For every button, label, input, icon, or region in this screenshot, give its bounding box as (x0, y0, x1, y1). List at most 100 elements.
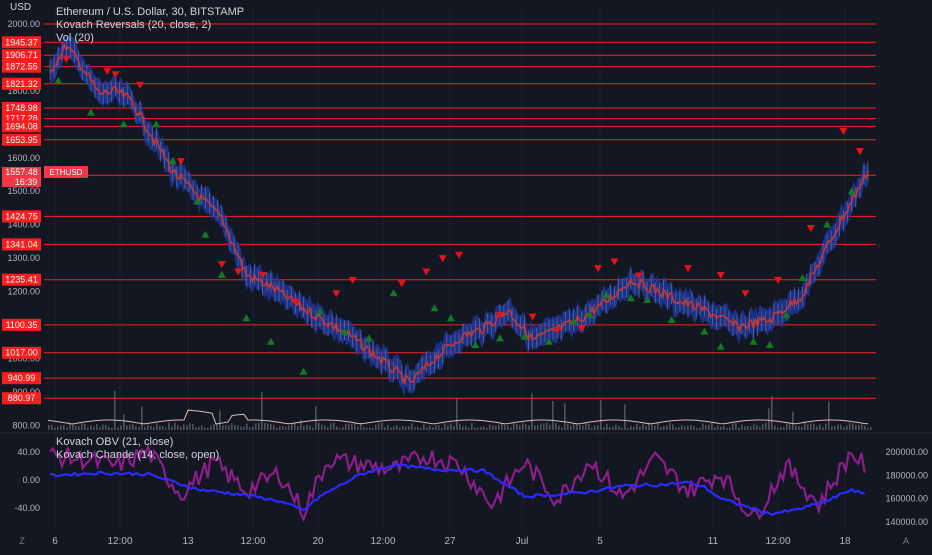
volume-bar (504, 424, 506, 430)
volume-bar (636, 424, 638, 430)
volume-bar (312, 427, 314, 430)
volume-bar (492, 425, 494, 430)
volume-bar (399, 427, 401, 430)
currency-label: USD (10, 2, 32, 13)
volume-bar (855, 424, 857, 430)
volume-bar (843, 427, 845, 430)
volume-bar (156, 423, 158, 430)
indicator-left-tick: 40.00 (17, 447, 40, 457)
volume-bar (273, 424, 275, 430)
volume-bar (570, 425, 572, 430)
volume-bar (363, 426, 365, 430)
volume-bar (129, 424, 131, 430)
x-axis-tick-label: 12:00 (107, 536, 132, 547)
volume-bar (438, 425, 440, 430)
volume-bar (192, 424, 194, 430)
legend-kovach-chande[interactable]: Kovach Chande (14, close, open) (56, 449, 219, 461)
volume-bar (381, 422, 383, 430)
volume-bar (651, 424, 653, 430)
volume-bar (849, 423, 851, 430)
volume-bar (699, 427, 701, 430)
volume-bar (168, 422, 170, 430)
volume-bar (732, 423, 734, 430)
volume-bar (387, 425, 389, 430)
symbol-tag: ETHUSD (50, 168, 83, 177)
volume-bar (102, 424, 104, 430)
volume-bar (282, 425, 284, 430)
volume-bar (384, 427, 386, 430)
volume-bar (66, 427, 68, 430)
bar-countdown: 16:39 (15, 177, 38, 187)
volume-bar (369, 427, 371, 430)
volume-bar (210, 425, 212, 430)
volume-bar (495, 425, 497, 430)
legend-kovach-reversals[interactable]: Kovach Reversals (20, close, 2) (56, 19, 211, 31)
legend-volume[interactable]: Vol (20) (56, 32, 94, 44)
y-axis-tick-label: 1300.00 (7, 253, 40, 263)
tradingview-chart[interactable]: 2000.001900.001800.001700.001600.001500.… (0, 0, 932, 550)
volume-bar (231, 422, 233, 430)
volume-bar (111, 427, 113, 430)
volume-bar (537, 425, 539, 430)
volume-bar (426, 427, 428, 430)
legend-kovach-obv[interactable]: Kovach OBV (21, close) (56, 436, 173, 448)
volume-bar (165, 427, 167, 430)
volume-bar (801, 427, 803, 430)
volume-bar (630, 425, 632, 430)
volume-bar (99, 427, 101, 430)
indicator-left-tick: 0.00 (22, 475, 40, 485)
x-axis-tick-label: Jul (516, 536, 529, 547)
volume-bar (786, 423, 788, 430)
volume-bar (357, 426, 359, 430)
volume-bar (486, 427, 488, 430)
volume-bar (846, 425, 848, 430)
volume-bar (75, 425, 77, 430)
volume-bar (717, 425, 719, 430)
volume-bar (144, 426, 146, 430)
volume-bar (564, 403, 566, 430)
volume-bar (87, 427, 89, 430)
volume-bar (771, 395, 773, 430)
volume-bar (585, 422, 587, 430)
volume-bar (606, 423, 608, 430)
volume-bar (174, 422, 176, 430)
volume-bar (228, 425, 230, 430)
volume-bar (549, 424, 551, 430)
volume-bar (147, 424, 149, 430)
volume-bar (315, 406, 317, 430)
volume-bar (672, 424, 674, 430)
indicator-right-tick: 200000.00 (885, 447, 928, 457)
volume-bar (468, 427, 470, 430)
volume-bar (702, 423, 704, 430)
volume-bar (795, 425, 797, 430)
volume-bar (588, 423, 590, 430)
volume-bar (153, 427, 155, 430)
volume-bar (483, 426, 485, 430)
volume-bar (327, 427, 329, 430)
volume-bar (222, 425, 224, 430)
volume-bar (705, 425, 707, 430)
volume-bar (267, 423, 269, 430)
volume-bar (804, 422, 806, 430)
volume-bar (207, 427, 209, 430)
volume-bar (411, 423, 413, 430)
volume-bar (738, 427, 740, 430)
volume-bar (828, 401, 830, 430)
volume-bar (723, 425, 725, 430)
price-level-label: 1341.04 (5, 239, 38, 249)
volume-bar (351, 424, 353, 430)
volume-bar (780, 426, 782, 430)
volume-bar (114, 390, 116, 430)
chart-canvas[interactable]: 2000.001900.001800.001700.001600.001500.… (0, 0, 932, 550)
volume-bar (183, 424, 185, 430)
indicator-right-tick: 140000.00 (885, 517, 928, 527)
volume-bar (696, 427, 698, 430)
volume-bar (489, 424, 491, 430)
volume-bar (78, 426, 80, 430)
volume-bar (714, 427, 716, 430)
volume-bar (816, 426, 818, 430)
legend-symbol[interactable]: Ethereum / U.S. Dollar, 30, BITSTAMP (56, 6, 244, 18)
volume-bar (555, 423, 557, 430)
volume-bar (693, 426, 695, 430)
volume-bar (609, 426, 611, 430)
